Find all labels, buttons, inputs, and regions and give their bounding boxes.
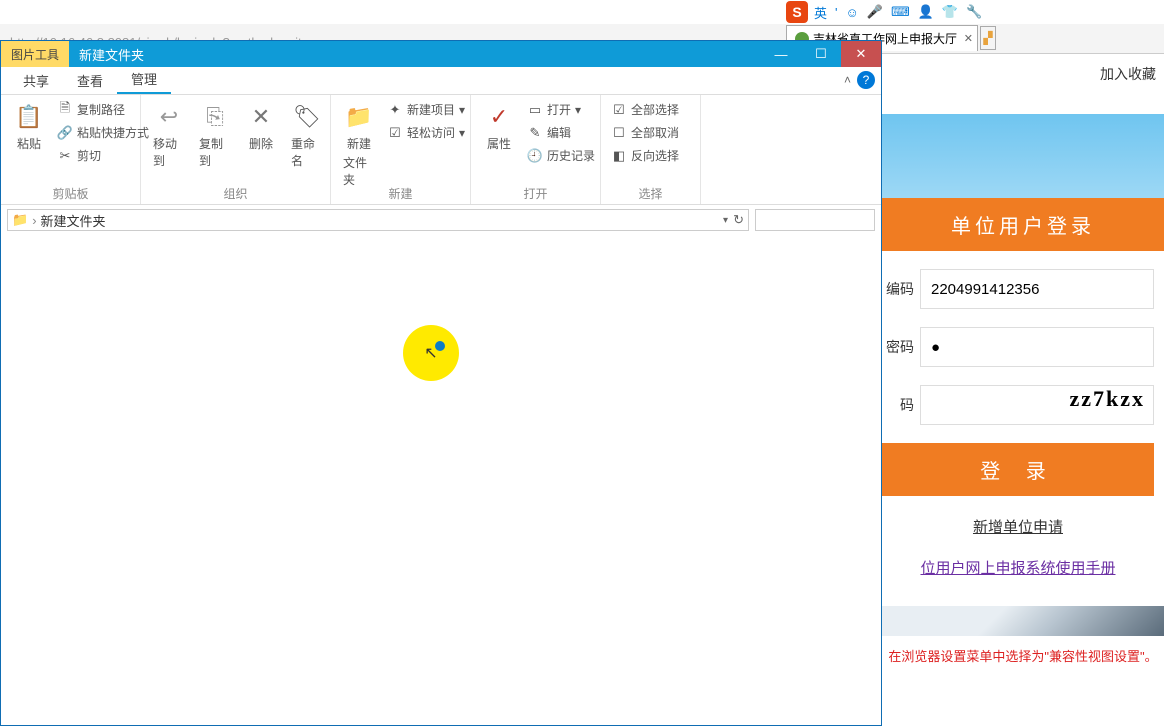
ime-language[interactable]: 英 (812, 3, 829, 22)
rename-icon: 🏷 (291, 101, 323, 133)
invert-selection-button[interactable]: ◧反向选择 (609, 145, 681, 166)
ime-user-icon[interactable]: 👤 (916, 4, 936, 20)
address-row: 📁 › 新建文件夹 ▾ ↻ (1, 205, 881, 235)
copy-to-icon: ⎘ (199, 101, 231, 133)
copy-path-button[interactable]: 🗎复制路径 (55, 99, 151, 120)
history-button[interactable]: 🕘历史记录 (525, 145, 597, 166)
edit-button[interactable]: ✎编辑 (525, 122, 597, 143)
rename-button[interactable]: 🏷重命名 (287, 99, 327, 171)
history-icon: 🕘 (527, 148, 543, 164)
busy-indicator-icon (435, 341, 445, 351)
paste-button[interactable]: 📋 粘贴 (9, 99, 49, 154)
folder-icon: 📁 (343, 101, 375, 133)
explorer-content[interactable]: ↖ (1, 235, 881, 725)
favorite-link[interactable]: 加入收藏 (882, 54, 1164, 114)
sogou-ime-icon[interactable]: S (786, 1, 808, 23)
open-group-label: 打开 (471, 185, 600, 202)
compat-note: 在浏览器设置菜单中选择为"兼容性视图设置"。 (882, 636, 1164, 665)
captcha-label: 码 (882, 395, 920, 415)
ime-settings-icon[interactable]: 🔧 (964, 4, 984, 20)
minimize-button[interactable] (761, 41, 801, 67)
code-input[interactable] (920, 269, 1154, 309)
new-item-button[interactable]: ✦新建项目 ▾ (385, 99, 467, 120)
title-bar[interactable]: 图片工具 新建文件夹 (1, 41, 881, 67)
paste-label: 粘贴 (17, 135, 41, 152)
help-icon[interactable]: ? (857, 71, 875, 89)
ribbon: 📋 粘贴 🗎复制路径 🔗粘贴快捷方式 ✂剪切 剪贴板 ↩移动到 ⎘复制到 ✕删除… (1, 95, 881, 205)
new-item-icon: ✦ (387, 102, 403, 118)
ime-skin-icon[interactable]: 👕 (940, 4, 960, 20)
tab-close-icon[interactable]: ✕ (964, 32, 973, 45)
breadcrumb-dropdown-icon[interactable]: ▾ (723, 215, 728, 226)
invert-icon: ◧ (611, 148, 627, 164)
ime-sep: ' (833, 5, 839, 20)
manual-link[interactable]: 位用户网上申报系统使用手册 (882, 557, 1154, 578)
tab-share[interactable]: 共享 (9, 67, 63, 94)
login-title: 单位用户登录 (882, 198, 1164, 251)
easy-access-button[interactable]: ☑轻松访问 ▾ (385, 122, 467, 143)
captcha-image[interactable]: zz7kzx (920, 385, 1154, 425)
folder-icon-small: 📁 (12, 212, 28, 228)
properties-button[interactable]: ✓属性 (479, 99, 519, 154)
ribbon-collapse-icon[interactable]: ˄ (844, 73, 851, 87)
ime-emoji-icon[interactable]: ☺ (844, 5, 861, 20)
tab-manage[interactable]: 管理 (117, 65, 171, 94)
delete-icon: ✕ (245, 101, 277, 133)
breadcrumb-bar[interactable]: 📁 › 新建文件夹 ▾ ↻ (7, 209, 749, 231)
tab-view[interactable]: 查看 (63, 67, 117, 94)
breadcrumb-item[interactable]: 新建文件夹 (41, 211, 106, 230)
select-all-icon: ☑ (611, 102, 627, 118)
close-button[interactable] (841, 41, 881, 67)
select-group-label: 选择 (601, 185, 700, 202)
window-title: 新建文件夹 (79, 45, 144, 64)
ribbon-tabs: 共享 查看 管理 ˄ ? (1, 67, 881, 95)
new-unit-link[interactable]: 新增单位申请 (882, 516, 1154, 537)
move-to-button[interactable]: ↩移动到 (149, 99, 189, 171)
cursor-highlight: ↖ (403, 325, 459, 381)
sky-banner (882, 114, 1164, 198)
move-to-icon: ↩ (153, 101, 185, 133)
open-button[interactable]: ▭打开 ▾ (525, 99, 597, 120)
paste-icon: 📋 (13, 101, 45, 133)
title-tab-tools[interactable]: 图片工具 (1, 41, 69, 67)
mountain-banner (882, 606, 1164, 636)
organize-group-label: 组织 (141, 185, 330, 202)
new-tab-button[interactable]: ▞ (980, 26, 996, 50)
explorer-search-input[interactable] (755, 209, 875, 231)
password-input[interactable] (920, 327, 1154, 367)
copy-path-icon: 🗎 (57, 102, 73, 118)
ime-mic-icon[interactable]: 🎤 (865, 4, 885, 20)
shortcut-icon: 🔗 (57, 125, 73, 141)
code-label: 编码 (882, 279, 920, 299)
maximize-button[interactable] (801, 41, 841, 67)
cut-icon: ✂ (57, 148, 73, 164)
select-none-icon: ☐ (611, 125, 627, 141)
delete-button[interactable]: ✕删除 (241, 99, 281, 154)
new-group-label: 新建 (331, 185, 470, 202)
clipboard-group-label: 剪贴板 (1, 185, 140, 202)
paste-shortcut-button[interactable]: 🔗粘贴快捷方式 (55, 122, 151, 143)
new-folder-button[interactable]: 📁新建文件夹 (339, 99, 379, 190)
file-explorer-window: 图片工具 新建文件夹 共享 查看 管理 ˄ ? 📋 粘贴 🗎复制路径 🔗粘贴快捷… (0, 40, 882, 726)
cut-button[interactable]: ✂剪切 (55, 145, 151, 166)
select-all-button[interactable]: ☑全部选择 (609, 99, 681, 120)
edit-icon: ✎ (527, 125, 543, 141)
open-icon: ▭ (527, 102, 543, 118)
refresh-icon[interactable]: ↻ (733, 212, 744, 228)
properties-icon: ✓ (483, 101, 515, 133)
copy-to-button[interactable]: ⎘复制到 (195, 99, 235, 171)
ime-keyboard-icon[interactable]: ⌨ (889, 4, 912, 20)
login-button[interactable]: 登 录 (882, 443, 1154, 496)
ime-toolbar: S 英 ' ☺ 🎤 ⌨ 👤 👕 🔧 (786, 0, 984, 24)
login-panel: 加入收藏 单位用户登录 编码 密码 码 zz7kzx 登 录 新增单位申请 位用… (882, 54, 1164, 728)
select-none-button[interactable]: ☐全部取消 (609, 122, 681, 143)
password-label: 密码 (882, 337, 920, 357)
login-form: 编码 密码 码 zz7kzx 登 录 新增单位申请 位用户网上申报系统使用手册 (882, 251, 1164, 578)
easy-access-icon: ☑ (387, 125, 403, 141)
